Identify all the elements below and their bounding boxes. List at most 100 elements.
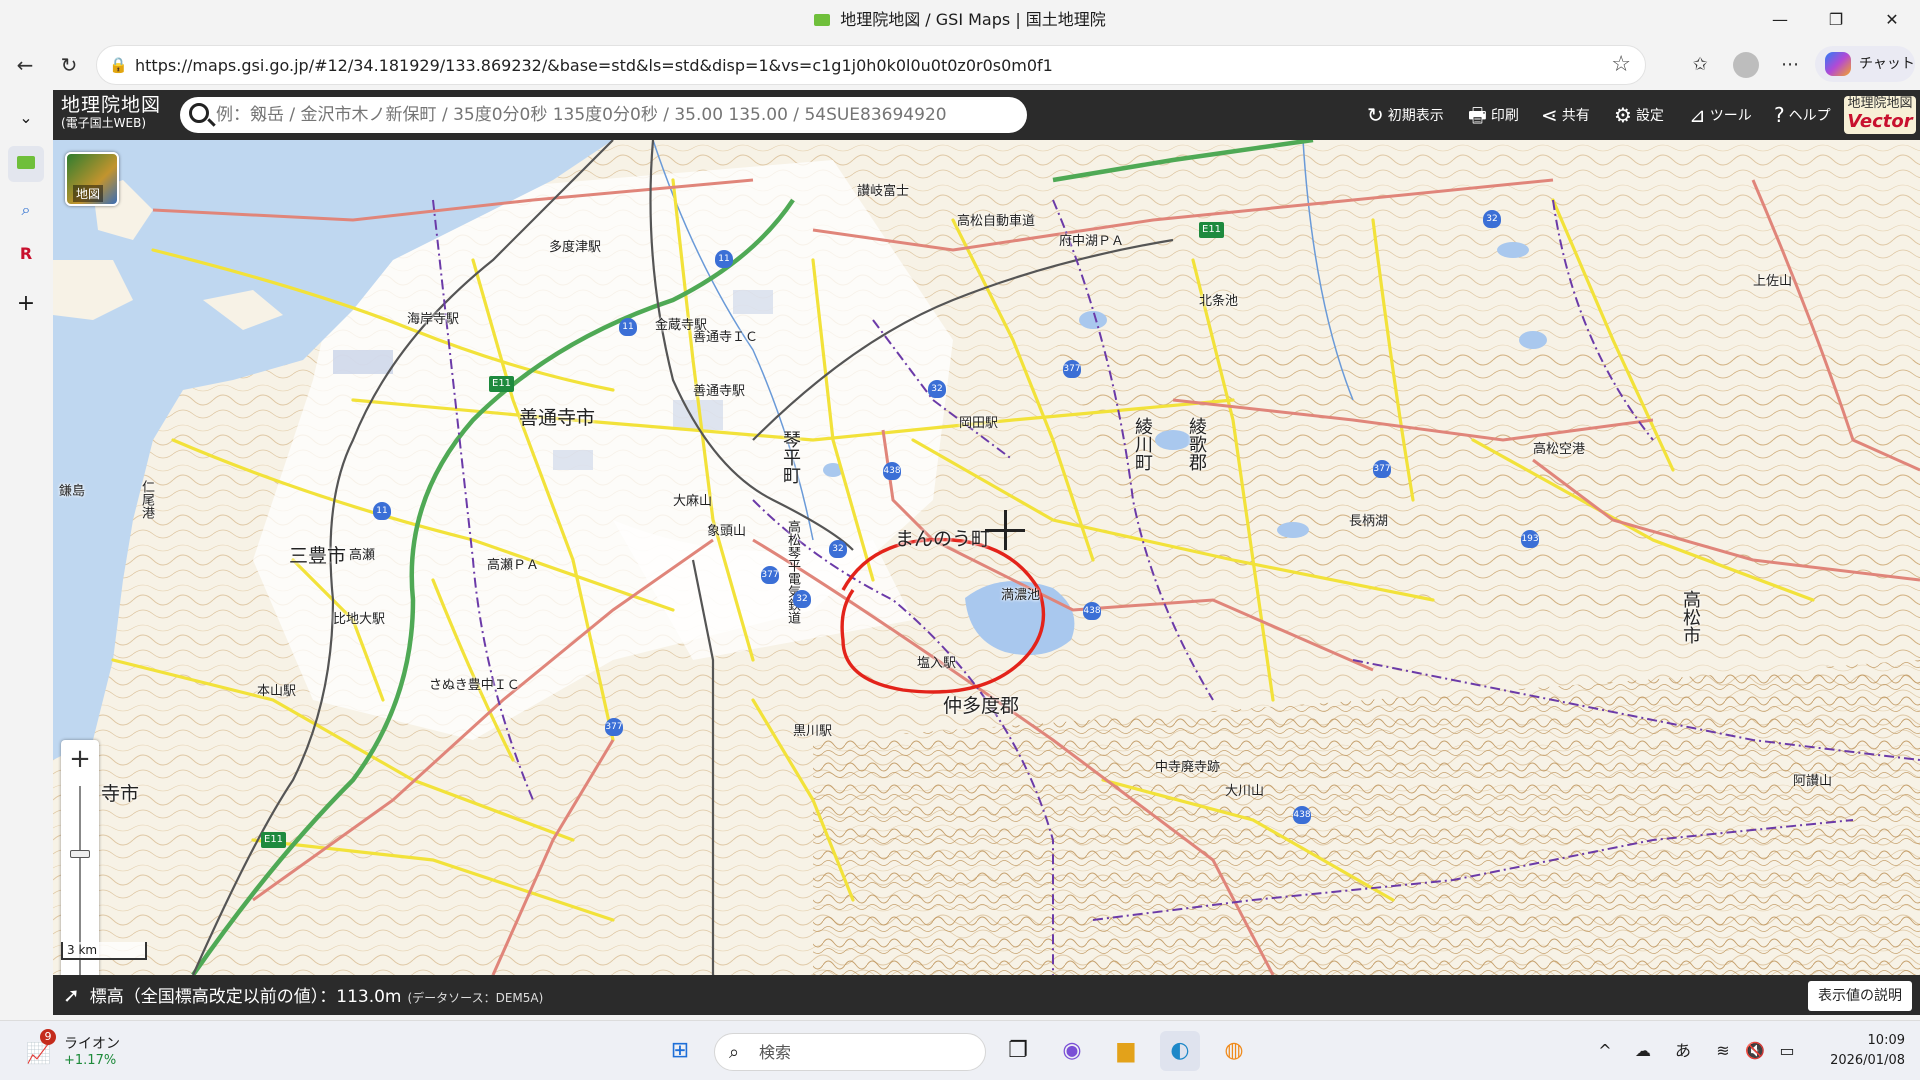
share-button[interactable]: ⋖ 共有 — [1541, 98, 1590, 132]
printer-icon: 🖶 — [1468, 103, 1487, 127]
map-feature-label: 府中湖ＰＡ — [1059, 234, 1125, 249]
window-title-text: 地理院地図 / GSI Maps | 国土地理院 — [840, 10, 1106, 29]
stock-widget[interactable]: 📈 9 ライオン +1.17% — [22, 1029, 162, 1073]
logo-sub-text: (電子国土WEB) — [61, 116, 147, 130]
rakuten-icon[interactable]: R — [8, 236, 44, 272]
help-label: ヘルプ — [1788, 108, 1831, 124]
search-icon[interactable]: ⌕ — [8, 192, 44, 228]
city-label: 仲多度郡 — [943, 695, 1020, 717]
gsi-tab-icon[interactable] — [8, 146, 44, 182]
map-feature-label: 大川山 — [1225, 784, 1265, 799]
back-arrow-icon[interactable]: ← — [8, 48, 42, 82]
wifi-icon[interactable]: ≋ — [1710, 1035, 1736, 1067]
more-menu-icon[interactable]: ⋯ — [1770, 48, 1810, 82]
refresh-icon[interactable]: ↻ — [52, 48, 86, 82]
city-label: 善通寺市 — [519, 407, 596, 429]
vector-mode-button[interactable]: 地理院地図 Vector — [1844, 96, 1916, 134]
volume-muted-icon[interactable]: 🔇 — [1742, 1035, 1768, 1067]
onedrive-icon[interactable]: ☁ — [1630, 1035, 1656, 1067]
zoom-control: + − — [61, 740, 99, 1015]
city-label: まんのう町 — [895, 528, 991, 550]
favorite-star-icon[interactable]: ☆ — [1611, 52, 1631, 77]
reset-view-label: 初期表示 — [1387, 108, 1444, 124]
city-label: 琴平町 — [780, 430, 801, 484]
chevron-down-icon[interactable]: ⌄ — [8, 100, 44, 136]
share-label: 共有 — [1561, 108, 1590, 124]
map-feature-label: 満濃池 — [1001, 588, 1041, 603]
share-icon: ⋖ — [1541, 103, 1558, 127]
gsi-logo[interactable]: 地理院地図 (電子国土WEB) — [61, 96, 181, 136]
route-shield-icon: 32 — [1483, 210, 1501, 228]
explain-values-button[interactable]: 表示値の説明 — [1808, 981, 1912, 1011]
file-explorer-icon[interactable]: ▆ — [1106, 1031, 1146, 1071]
map-feature-label: 高松空港 — [1533, 442, 1586, 457]
elevation-label: 標高（全国標高改定以前の値）： — [89, 987, 337, 1007]
search-icon — [189, 103, 209, 123]
search-input[interactable] — [216, 97, 1016, 133]
basemap-selector-button[interactable]: 地図 — [65, 152, 119, 206]
close-button[interactable]: ✕ — [1864, 0, 1920, 40]
route-shield-icon: 438 — [1293, 806, 1311, 824]
route-shield-icon: 377 — [605, 718, 623, 736]
zoom-in-button[interactable]: + — [61, 740, 99, 778]
map-feature-label: 岡田駅 — [959, 416, 999, 431]
battery-icon[interactable]: ▭ — [1774, 1035, 1800, 1067]
windows-taskbar: 📈 9 ライオン +1.17% ⊞ ⌕ 検索 ❐ ◉ ▆ ◐ ◍ ^ ☁ あ ≋ … — [0, 1020, 1920, 1080]
copilot-app-icon[interactable]: ◉ — [1052, 1031, 1092, 1071]
map-feature-label: 黒川駅 — [793, 724, 833, 739]
route-shield-icon: 377 — [1373, 460, 1391, 478]
tools-button[interactable]: ⊿ ツール — [1689, 98, 1752, 132]
map-feature-label: 高瀬 — [349, 548, 376, 563]
app-icon[interactable]: ◍ — [1214, 1031, 1254, 1071]
reset-view-button[interactable]: ↻ 初期表示 — [1367, 98, 1444, 132]
edge-browser-icon[interactable]: ◐ — [1160, 1031, 1200, 1071]
add-icon[interactable]: + — [8, 286, 44, 322]
question-icon: ? — [1774, 103, 1785, 127]
route-shield-icon: 11 — [715, 250, 733, 268]
taskbar-search[interactable]: ⌕ 検索 — [714, 1033, 986, 1071]
copilot-chat-button[interactable]: チャット — [1815, 46, 1915, 82]
help-button[interactable]: ? ヘルプ — [1774, 98, 1831, 132]
restore-button[interactable]: ❐ — [1808, 0, 1864, 40]
route-shield-icon: 438 — [1083, 602, 1101, 620]
minimize-button[interactable]: — — [1752, 0, 1808, 40]
city-label: 寺市 — [101, 783, 140, 805]
map-feature-label: 金蔵寺駅 — [655, 318, 708, 333]
map-feature-label: 中寺廃寺跡 — [1155, 760, 1221, 775]
settings-button[interactable]: ⚙ 設定 — [1614, 98, 1664, 132]
print-button[interactable]: 🖶 印刷 — [1468, 98, 1519, 132]
elevation-source: (データソース：DEM5A) — [407, 991, 544, 1005]
ime-indicator[interactable]: あ — [1670, 1035, 1696, 1067]
gear-icon: ⚙ — [1614, 103, 1632, 127]
zoom-slider-handle[interactable] — [70, 850, 90, 858]
map-feature-label: 塩入駅 — [917, 656, 957, 671]
browser-title-bar: 地理院地図 / GSI Maps | 国土地理院 — ❐ ✕ — [0, 0, 1920, 40]
url-text[interactable]: https://maps.gsi.go.jp/#12/34.181929/133… — [135, 46, 1053, 86]
elevation-status-bar: ➚ 標高（全国標高改定以前の値）：113.0m (データソース：DEM5A) 表示値… — [53, 975, 1920, 1015]
map-feature-label: 多度津駅 — [549, 240, 602, 255]
map-feature-label: 本山駅 — [257, 684, 297, 699]
search-box[interactable] — [180, 97, 1027, 133]
route-shield-icon: 438 — [883, 462, 901, 480]
gsi-header: 地理院地図 (電子国土WEB) ↻初期表示 🖶印刷 ⋖共有 ⚙設定 ⊿ツール ?… — [53, 90, 1920, 140]
map-feature-label: 讃岐富士 — [857, 184, 910, 199]
collapse-arrow-icon[interactable]: ➚ — [63, 975, 80, 1015]
map-feature-label: 北条池 — [1199, 294, 1239, 309]
tray-chevron-icon[interactable]: ^ — [1592, 1035, 1618, 1067]
route-shield-icon: 11 — [373, 502, 391, 520]
clock-time: 10:09 — [1867, 1033, 1905, 1048]
task-view-icon[interactable]: ❐ — [998, 1031, 1038, 1071]
windows-start-icon[interactable]: ⊞ — [660, 1031, 700, 1071]
profile-avatar[interactable] — [1726, 48, 1766, 82]
map-canvas[interactable]: 地図 善通寺市 三豊市 まんのう町 仲多度郡 寺市 琴平町 綾川町 綾歌郡 高松… — [53, 140, 1920, 1015]
map-feature-label: 比地大駅 — [333, 612, 386, 627]
address-bar[interactable]: 🔒 https://maps.gsi.go.jp/#12/34.181929/1… — [96, 45, 1646, 85]
vector-badge-title: 地理院地図 — [1847, 96, 1913, 111]
copilot-label: チャット — [1859, 56, 1915, 72]
favorites-icon[interactable]: ✩ — [1680, 48, 1720, 82]
logo-main-text: 地理院地図 — [61, 94, 162, 116]
basemap-label: 地図 — [73, 185, 104, 202]
system-clock[interactable]: 10:09 2026/01/08 — [1815, 1031, 1905, 1071]
browser-toolbar: ← ↻ 🔒 https://maps.gsi.go.jp/#12/34.1819… — [0, 40, 1920, 90]
stock-change: +1.17% — [64, 1053, 117, 1068]
